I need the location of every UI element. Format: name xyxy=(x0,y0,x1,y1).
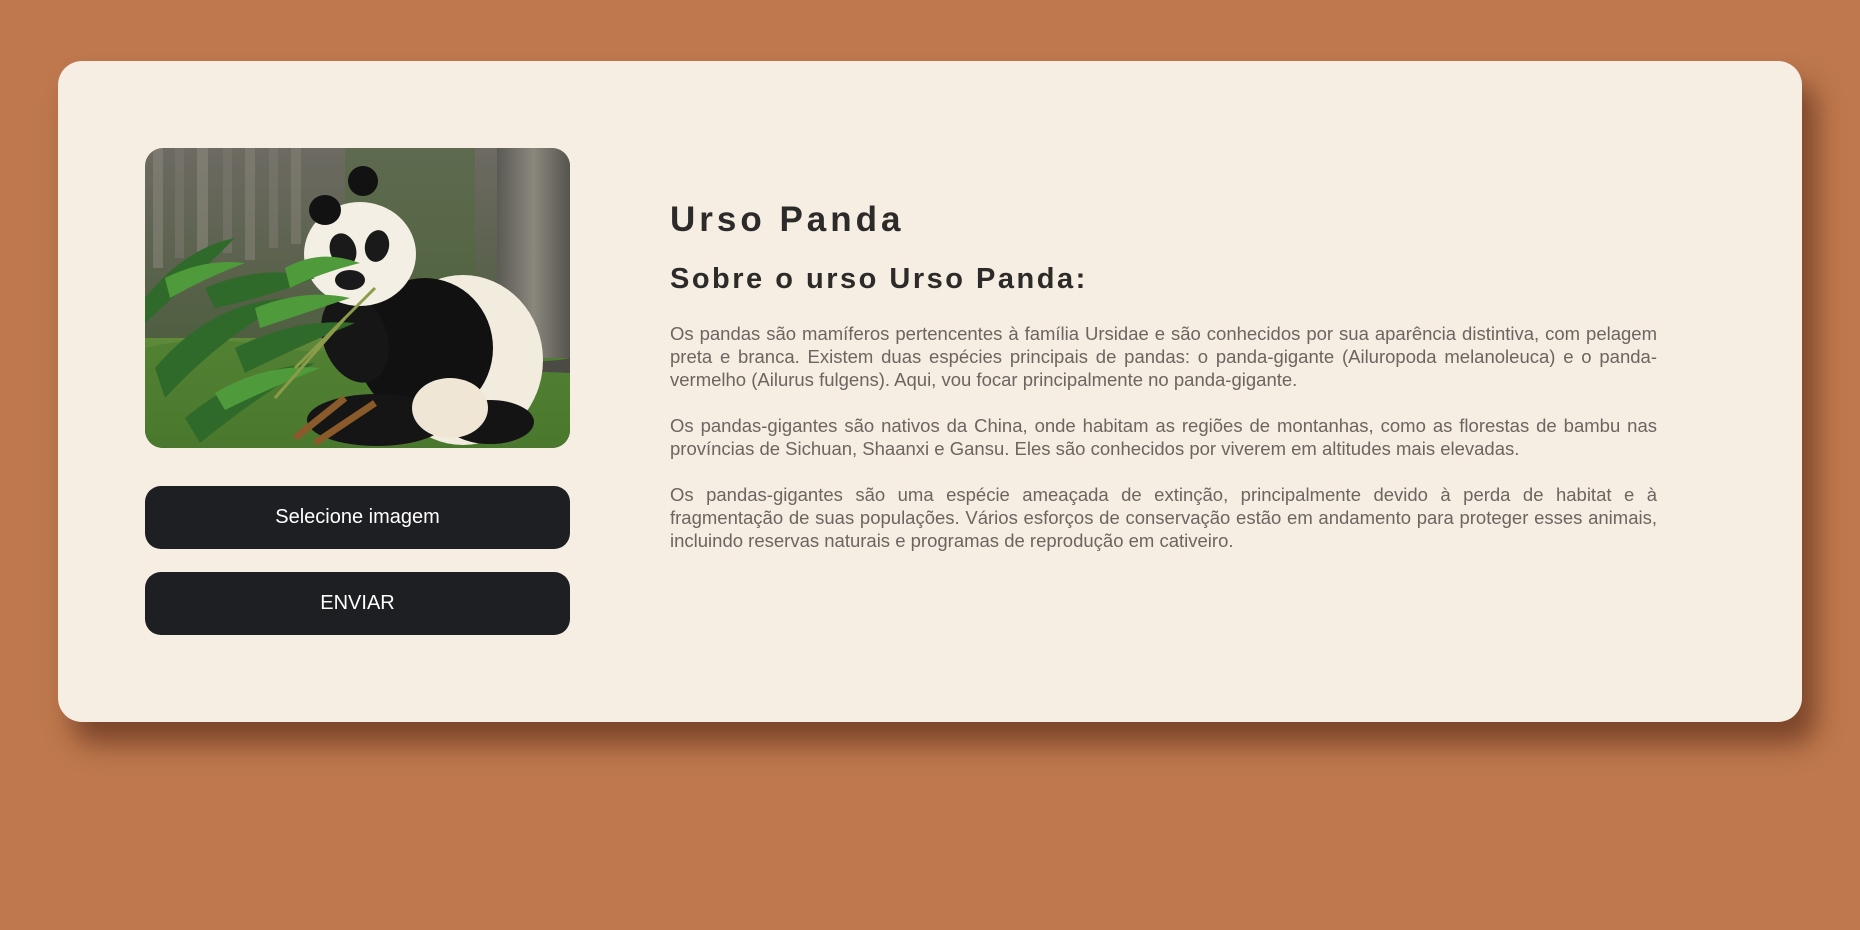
select-image-button[interactable]: Selecione imagem xyxy=(145,486,570,549)
image-panel: Selecione imagem ENVIAR xyxy=(145,148,570,635)
description-panel: Urso Panda Sobre o urso Urso Panda: Os p… xyxy=(670,200,1657,552)
panda-photo xyxy=(145,148,570,448)
paragraph-habitat: Os pandas-gigantes são nativos da China,… xyxy=(670,415,1657,459)
send-button[interactable]: ENVIAR xyxy=(145,572,570,635)
paragraph-conservation: Os pandas-gigantes são uma espécie ameaç… xyxy=(670,484,1657,551)
content-card: Selecione imagem ENVIAR Urso Panda Sobre… xyxy=(58,61,1802,722)
section-subtitle: Sobre o urso Urso Panda: xyxy=(670,263,1088,295)
page-title: Urso Panda xyxy=(670,200,905,239)
paragraph-intro: Os pandas são mamíferos pertencentes à f… xyxy=(670,323,1657,390)
